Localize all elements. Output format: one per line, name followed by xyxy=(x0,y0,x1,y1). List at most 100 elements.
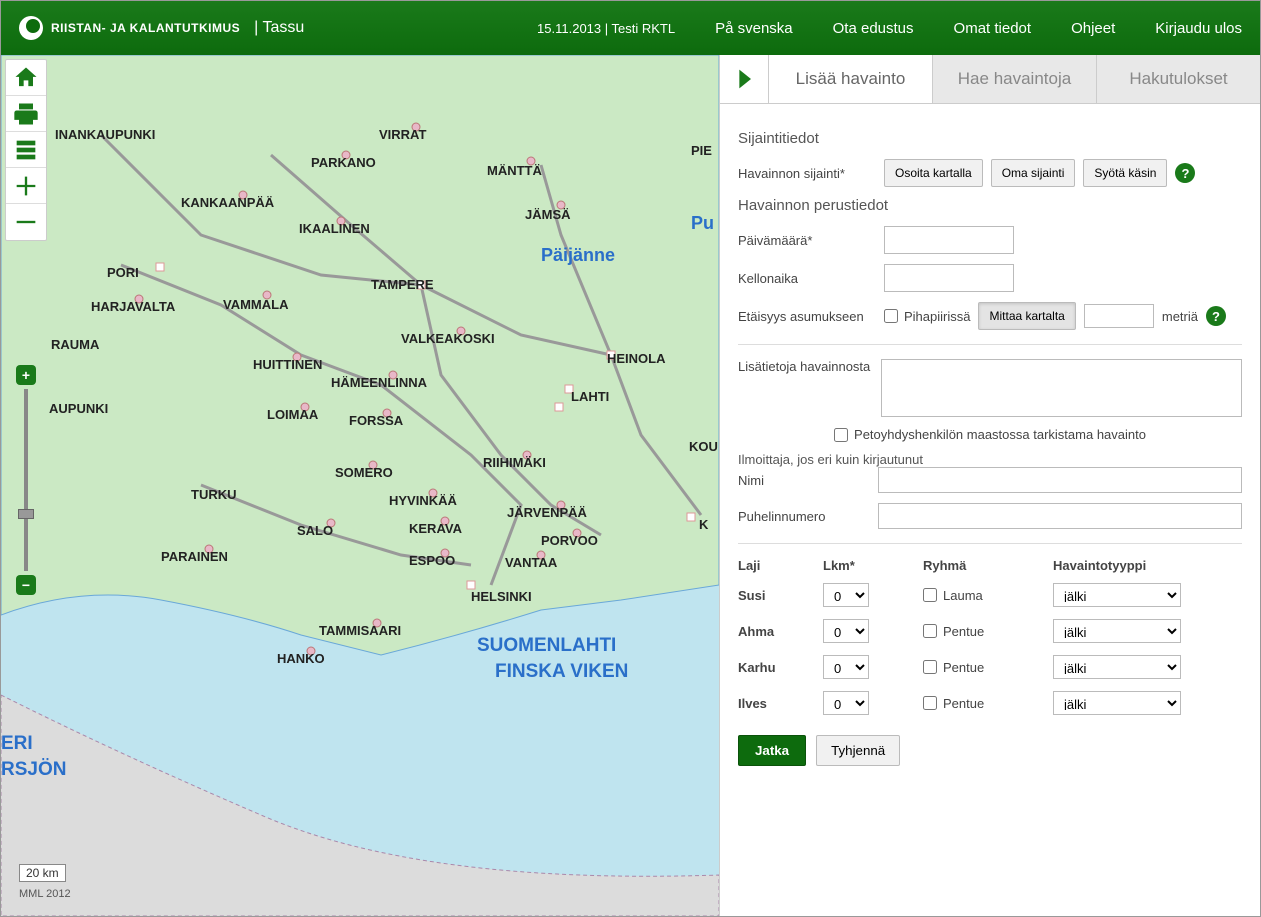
verified-checkbox[interactable] xyxy=(834,428,848,442)
city-label: VIRRAT xyxy=(379,127,426,142)
layers-button[interactable] xyxy=(6,132,46,168)
zoom-in-button[interactable] xyxy=(6,168,46,204)
zoom-slider-handle[interactable] xyxy=(18,509,34,519)
home-button[interactable] xyxy=(6,60,46,96)
side-panel: Lisää havainto Hae havaintoja Hakutuloks… xyxy=(719,55,1260,916)
city-label: JÄMSÄ xyxy=(525,207,571,222)
tab-results[interactable]: Hakutulokset xyxy=(1096,55,1260,103)
print-button[interactable] xyxy=(6,96,46,132)
water-label: FINSKA VIKEN xyxy=(495,661,628,683)
manual-input-button[interactable]: Syötä käsin xyxy=(1083,159,1167,187)
species-group-checkbox-wrap[interactable]: Pentue xyxy=(923,624,1053,639)
city-label: FORSSA xyxy=(349,413,403,428)
basic-section-title: Havainnon perustiedot xyxy=(738,197,1242,214)
city-label: TAMPERE xyxy=(371,277,434,292)
city-label: LAHTI xyxy=(571,389,609,404)
species-name: Susi xyxy=(738,588,823,603)
map-panel[interactable]: INANKAUPUNKIVIRRATPARKANOMÄNTTÄKANKAANPÄ… xyxy=(1,55,719,916)
yard-checkbox[interactable] xyxy=(884,309,898,323)
zoom-out-button[interactable] xyxy=(6,204,46,240)
scale-bar: 20 km xyxy=(19,864,66,882)
nav-language[interactable]: På svenska xyxy=(715,20,793,37)
species-row: Karhu0 Pentue jälki xyxy=(738,655,1242,679)
continue-button[interactable]: Jatka xyxy=(738,735,806,766)
species-group-label: Pentue xyxy=(943,696,984,711)
point-on-map-button[interactable]: Osoita kartalla xyxy=(884,159,983,187)
tab-add-observation[interactable]: Lisää havainto xyxy=(768,55,932,103)
species-group-checkbox[interactable] xyxy=(923,696,937,710)
observation-form: Sijaintitiedot Havainnon sijainti* Osoit… xyxy=(720,104,1260,782)
location-section-title: Sijaintitiedot xyxy=(738,130,1242,147)
city-label: PIE xyxy=(691,143,712,158)
species-group-checkbox-wrap[interactable]: Lauma xyxy=(923,588,1053,603)
species-row: Susi0 Laumajälki xyxy=(738,583,1242,607)
date-input[interactable] xyxy=(884,226,1014,254)
reporter-phone-input[interactable] xyxy=(878,503,1242,529)
extra-info-textarea[interactable] xyxy=(881,359,1242,417)
main-nav: På svenska Ota edustus Omat tiedot Ohjee… xyxy=(715,20,1242,37)
species-group-label: Pentue xyxy=(943,660,984,675)
city-label: HYVINKÄÄ xyxy=(389,493,457,508)
logo-icon xyxy=(19,16,43,40)
species-name: Karhu xyxy=(738,660,823,675)
zoom-slider[interactable]: + − xyxy=(15,365,37,595)
zoom-slider-minus[interactable]: − xyxy=(16,575,36,595)
map-toolbar xyxy=(5,59,47,241)
yard-checkbox-label: Pihapiirissä xyxy=(904,309,970,324)
nav-help[interactable]: Ohjeet xyxy=(1071,20,1115,37)
species-row: Ahma0 Pentue jälki xyxy=(738,619,1242,643)
zoom-slider-track[interactable] xyxy=(24,389,28,571)
map-canvas[interactable] xyxy=(1,55,719,916)
distance-help-icon[interactable]: ? xyxy=(1206,306,1226,326)
tab-search-observations[interactable]: Hae havaintoja xyxy=(932,55,1096,103)
distance-label: Etäisyys asumukseen xyxy=(738,309,876,324)
city-label: JÄRVENPÄÄ xyxy=(507,505,587,520)
city-label: PORVOO xyxy=(541,533,598,548)
time-label: Kellonaika xyxy=(738,271,876,286)
species-group-checkbox[interactable] xyxy=(923,588,937,602)
observation-type-select[interactable]: jälki xyxy=(1053,619,1181,643)
city-label: VANTAA xyxy=(505,555,557,570)
divider xyxy=(738,543,1242,544)
species-group-label: Pentue xyxy=(943,624,984,639)
own-location-button[interactable]: Oma sijainti xyxy=(991,159,1076,187)
nav-own-info[interactable]: Omat tiedot xyxy=(954,20,1032,37)
measure-on-map-button[interactable]: Mittaa kartalta xyxy=(978,302,1075,330)
verified-checkbox-wrap[interactable]: Petoyhdyshenkilön maastossa tarkistama h… xyxy=(834,427,1146,442)
zoom-slider-plus[interactable]: + xyxy=(16,365,36,385)
city-label: SOMERO xyxy=(335,465,393,480)
observation-type-select[interactable]: jälki xyxy=(1053,583,1181,607)
species-header-laji: Laji xyxy=(738,558,823,573)
species-group-checkbox[interactable] xyxy=(923,660,937,674)
city-label: VAMMALA xyxy=(223,297,288,312)
location-help-icon[interactable]: ? xyxy=(1175,163,1195,183)
divider xyxy=(738,344,1242,345)
distance-input[interactable] xyxy=(1084,304,1154,328)
time-input[interactable] xyxy=(884,264,1014,292)
observation-type-select[interactable]: jälki xyxy=(1053,691,1181,715)
city-label: TAMMISAARI xyxy=(319,623,401,638)
collapse-panel-button[interactable] xyxy=(720,55,768,103)
species-count-select[interactable]: 0 xyxy=(823,691,869,715)
observation-type-select[interactable]: jälki xyxy=(1053,655,1181,679)
city-label: RIIHIMÄKI xyxy=(483,455,546,470)
species-name: Ahma xyxy=(738,624,823,639)
reporter-name-input[interactable] xyxy=(878,467,1242,493)
city-label: IKAALINEN xyxy=(299,221,370,236)
extra-info-label: Lisätietoja havainnosta xyxy=(738,359,873,374)
city-label: SALO xyxy=(297,523,333,538)
species-group-checkbox-wrap[interactable]: Pentue xyxy=(923,696,1053,711)
main-area: INANKAUPUNKIVIRRATPARKANOMÄNTTÄKANKAANPÄ… xyxy=(1,55,1260,916)
city-label: HUITTINEN xyxy=(253,357,322,372)
water-label: Päijänne xyxy=(541,245,615,266)
species-count-select[interactable]: 0 xyxy=(823,619,869,643)
species-group-checkbox[interactable] xyxy=(923,624,937,638)
species-count-select[interactable]: 0 xyxy=(823,655,869,679)
nav-represent[interactable]: Ota edustus xyxy=(833,20,914,37)
clear-button[interactable]: Tyhjennä xyxy=(816,735,900,766)
yard-checkbox-wrap[interactable]: Pihapiirissä xyxy=(884,309,970,324)
species-count-select[interactable]: 0 xyxy=(823,583,869,607)
species-group-checkbox-wrap[interactable]: Pentue xyxy=(923,660,1053,675)
nav-logout[interactable]: Kirjaudu ulos xyxy=(1155,20,1242,37)
species-row: Ilves0 Pentuejälki xyxy=(738,691,1242,715)
